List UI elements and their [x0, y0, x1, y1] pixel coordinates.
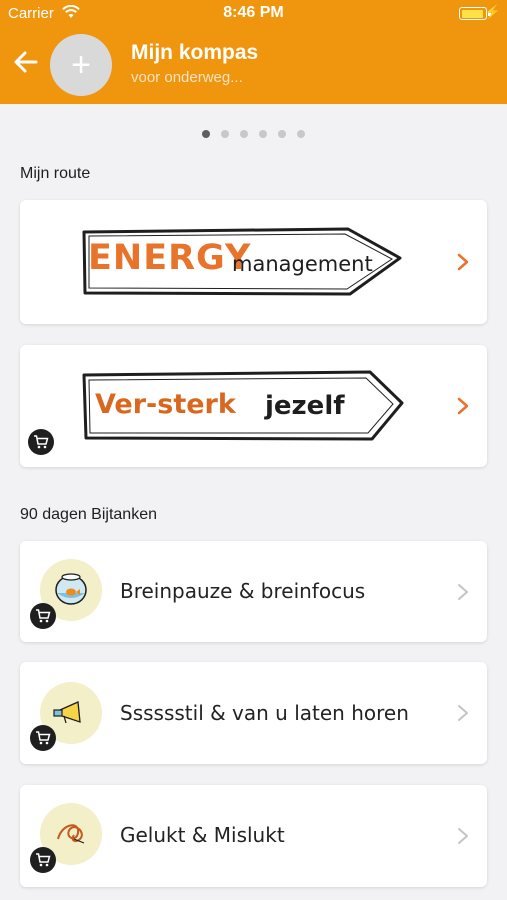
page-dot[interactable] [221, 130, 229, 138]
charging-bolt-icon: ⚡ [484, 4, 501, 19]
chevron-right-icon [457, 253, 469, 271]
chevron-right-icon [458, 828, 468, 844]
list-item-sssstil[interactable]: Sssssstil & van u laten horen [20, 662, 487, 764]
list-item-breinpauze[interactable]: Breinpauze & breinfocus [20, 541, 487, 642]
page-dot[interactable] [202, 130, 210, 138]
list-item-label: Sssssstil & van u laten horen [120, 701, 409, 725]
add-avatar-button[interactable]: + [50, 34, 112, 96]
app-header: Carrier 8:46 PM ⚡ + Mijn kompas voor ond… [0, 0, 507, 104]
chevron-right-icon [458, 583, 468, 600]
page-dot[interactable] [259, 130, 267, 138]
status-time: 8:46 PM [223, 4, 284, 21]
list-item-label: Gelukt & Mislukt [120, 823, 285, 847]
page-title: Mijn kompas [131, 41, 259, 64]
sign-text-management: management [232, 252, 373, 276]
cart-badge-icon [30, 603, 56, 629]
list-item-gelukt[interactable]: Gelukt & Mislukt [20, 785, 487, 887]
page-subtitle: voor onderweg... [131, 69, 243, 86]
page-dot[interactable] [297, 130, 305, 138]
sign-text-jezelf: jezelf [265, 391, 345, 421]
back-button[interactable] [12, 48, 40, 76]
chevron-right-icon [457, 397, 469, 415]
route-card-energy[interactable]: ENERGY management [20, 200, 487, 324]
chevron-right-icon [458, 705, 468, 721]
sign-text-versterk: Ver-sterk [95, 389, 236, 420]
battery-icon [459, 7, 491, 20]
section-title-bijtanken: 90 dagen Bijtanken [20, 506, 157, 523]
route-card-versterk[interactable]: Ver-sterk jezelf [20, 345, 487, 467]
list-item-label: Breinpauze & breinfocus [120, 579, 366, 603]
cart-badge-icon [28, 429, 54, 455]
page-indicator[interactable] [0, 130, 507, 138]
cart-badge-icon [30, 847, 56, 873]
plus-icon: + [71, 46, 91, 84]
sign-text-energy: ENERGY [88, 238, 252, 278]
arrow-left-icon [14, 51, 38, 73]
cart-badge-icon [30, 725, 56, 751]
status-bar: Carrier 8:46 PM ⚡ [0, 0, 507, 28]
section-title-route: Mijn route [20, 165, 91, 182]
page-dot[interactable] [278, 130, 286, 138]
page-dot[interactable] [240, 130, 248, 138]
